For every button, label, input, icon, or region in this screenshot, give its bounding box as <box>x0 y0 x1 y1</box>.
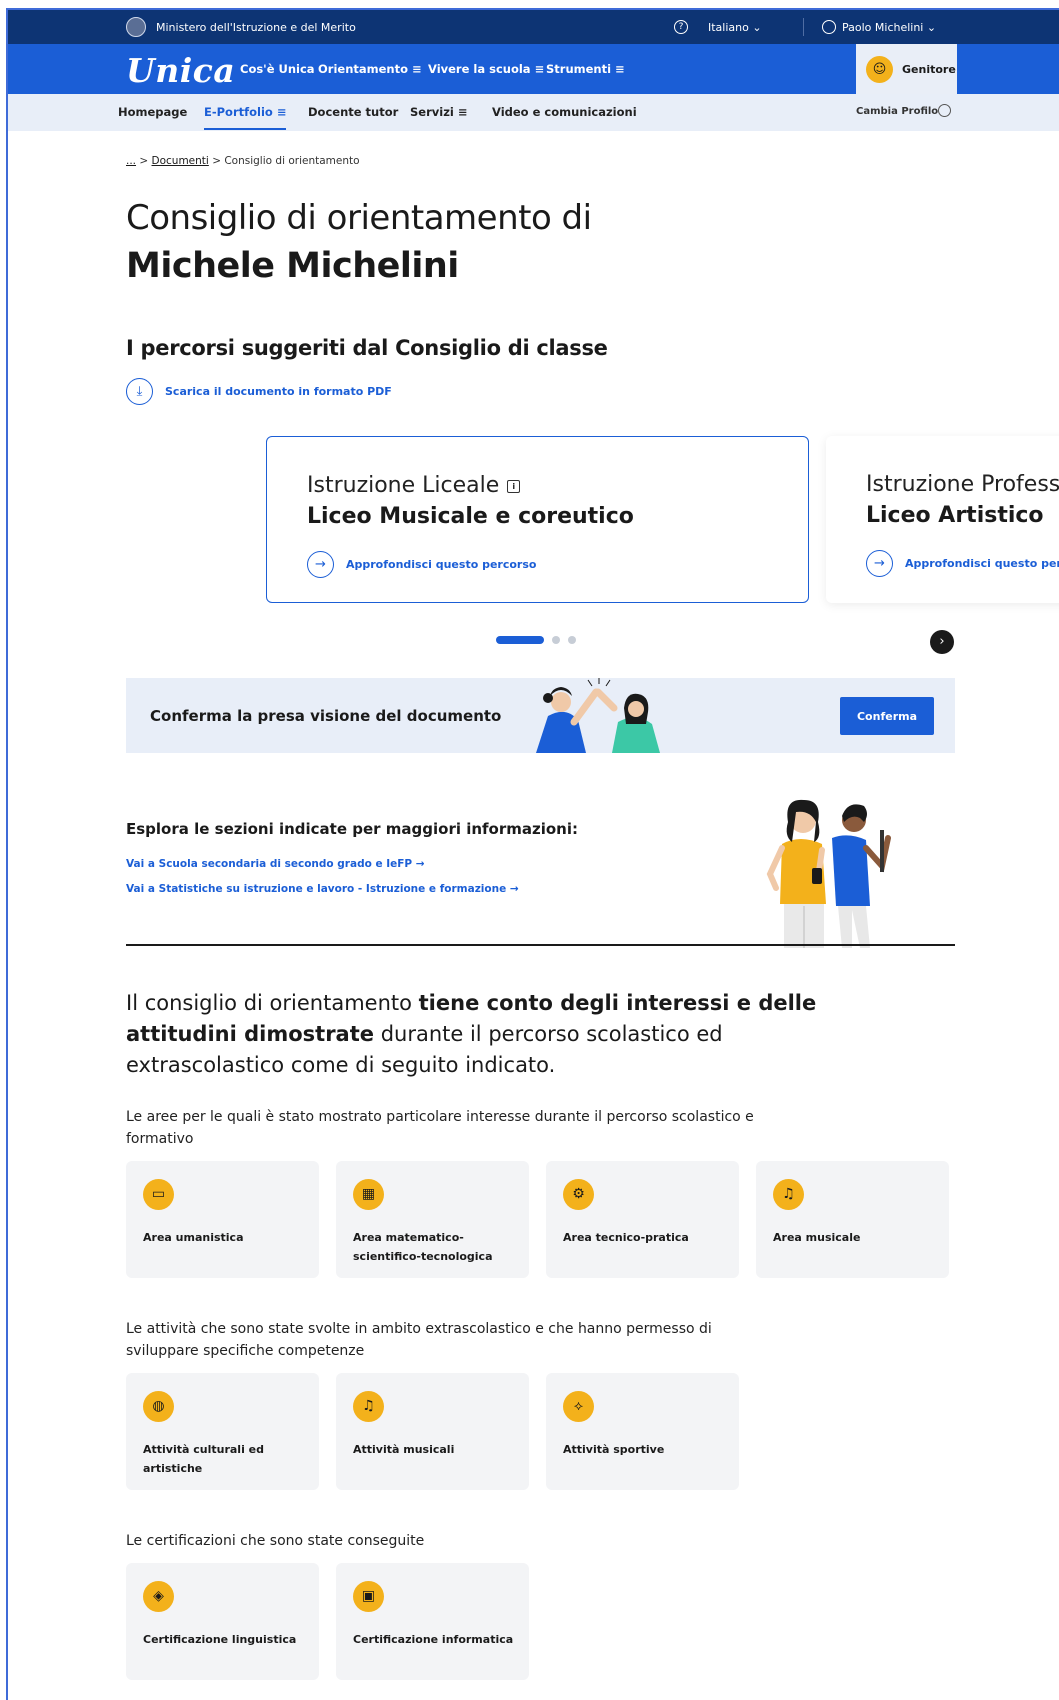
computer-icon: ▣ <box>353 1581 384 1612</box>
interest-tile: ⚙ Area tecnico-pratica <box>546 1161 739 1278</box>
calculator-icon: ▦ <box>353 1179 384 1210</box>
interest-tile: ▭ Area umanistica <box>126 1161 319 1278</box>
info-icon[interactable]: i <box>507 480 521 493</box>
music-note-icon: ♫ <box>353 1391 384 1422</box>
language-icon: ◈ <box>143 1581 174 1612</box>
interest-tile: ▦ Area matematico-scientifico-tecnologic… <box>336 1161 529 1278</box>
activity-tile: ♫ Attività musicali <box>336 1373 529 1490</box>
subnav-item-e-portfolio[interactable]: E-Portfolio ≡ <box>204 105 287 130</box>
path-details-link[interactable]: → Approfondisci questo percorso <box>307 551 536 578</box>
activities-description: Le attività che sono state svolte in amb… <box>126 1321 712 1359</box>
students-illustration <box>766 799 891 948</box>
certification-label: Certificazione informatica <box>353 1633 514 1646</box>
high-five-illustration <box>536 678 660 753</box>
sub-nav: Homepage E-Portfolio ≡ Docente tutor Ser… <box>8 94 1059 131</box>
path-name: Liceo Artistico <box>866 503 1044 528</box>
page-title-student: Michele Michelini <box>126 246 459 286</box>
carousel-next-button[interactable]: › <box>930 630 954 654</box>
nav-item-vivere-la-scuola[interactable]: Vivere la scuola ≡ <box>428 62 544 76</box>
breadcrumb-current: Consiglio di orientamento <box>224 155 360 167</box>
republic-emblem-icon <box>126 17 146 37</box>
certification-tile: ◈ Certificazione linguistica <box>126 1563 319 1680</box>
carousel-dot[interactable] <box>552 636 560 644</box>
nav-item-orientamento[interactable]: Orientamento ≡ <box>318 62 422 76</box>
download-pdf-link[interactable]: ⤓ Scarica il documento in formato PDF <box>126 378 392 405</box>
language-selector[interactable]: Italiano ⌄ <box>708 21 762 34</box>
breadcrumb-ellipsis[interactable]: ... <box>126 155 136 167</box>
path-card: Istruzione Professionale Liceo Artistico… <box>826 436 1059 603</box>
ministry-title[interactable]: Ministero dell'Istruzione e del Merito <box>156 21 356 34</box>
book-icon: ▭ <box>143 1179 174 1210</box>
activity-label: Attività culturali ed artistiche <box>143 1443 265 1475</box>
main-nav: Unica Cos'è Unica Orientamento ≡ Vivere … <box>8 44 1059 94</box>
suggested-paths-heading: I percorsi suggeriti dal Consiglio di cl… <box>126 336 608 360</box>
interest-label: Area tecnico-pratica <box>563 1231 689 1244</box>
activity-label: Attività sportive <box>563 1443 665 1456</box>
path-type: Istruzione Liceale i <box>307 473 521 498</box>
activity-label: Attività musicali <box>353 1443 455 1456</box>
carousel-dot[interactable] <box>568 636 576 644</box>
music-note-icon: ♫ <box>773 1179 804 1210</box>
palette-icon: ◍ <box>143 1391 174 1422</box>
interest-tile: ♫ Area musicale <box>756 1161 949 1278</box>
activity-tile: ⟡ Attività sportive <box>546 1373 739 1490</box>
user-icon <box>822 20 836 34</box>
subnav-item-homepage[interactable]: Homepage <box>118 105 187 119</box>
path-details-label: Approfondisci questo percorso <box>346 558 537 571</box>
subnav-item-servizi[interactable]: Servizi ≡ <box>410 105 467 119</box>
carousel-indicator <box>496 636 576 644</box>
link-scuola-secondaria[interactable]: Vai a Scuola secondaria di secondo grado… <box>126 858 425 870</box>
nav-item-cos-e-unica[interactable]: Cos'è Unica <box>240 62 315 76</box>
running-shoe-icon: ⟡ <box>563 1391 594 1422</box>
gears-icon: ⚙ <box>563 1179 594 1210</box>
unica-logo[interactable]: Unica <box>126 51 235 90</box>
role-genitore-button[interactable]: ☺ Genitore <box>856 44 957 94</box>
orientation-intro: Il consiglio di orientamento tiene conto… <box>126 988 826 1081</box>
section-divider <box>126 944 955 946</box>
confirm-banner: Conferma la presa visione del documento … <box>126 678 955 753</box>
breadcrumb-documenti[interactable]: Documenti <box>152 155 209 167</box>
change-profile-icon[interactable] <box>938 104 951 117</box>
path-type: Istruzione Professionale <box>866 472 1059 497</box>
certification-tile: ▣ Certificazione informatica <box>336 1563 529 1680</box>
role-label: Genitore <box>902 63 956 76</box>
certifications-description: Le certificazioni che sono state consegu… <box>126 1533 425 1549</box>
page-title-prefix: Consiglio di orientamento di <box>126 198 592 238</box>
arrow-right-icon: → <box>307 551 334 578</box>
link-statistiche-istruzione[interactable]: Vai a Statistiche su istruzione e lavoro… <box>126 883 519 895</box>
explore-heading: Esplora le sezioni indicate per maggiori… <box>126 820 578 838</box>
certification-label: Certificazione linguistica <box>143 1633 297 1646</box>
download-icon: ⤓ <box>126 378 153 405</box>
path-card: Istruzione Liceale i Liceo Musicale e cor… <box>266 436 809 603</box>
carousel-dot[interactable] <box>496 636 544 644</box>
interest-label: Area matematico-scientifico-tecnologica <box>353 1231 493 1263</box>
subnav-item-video-e-comunicazioni[interactable]: Video e comunicazioni <box>492 105 637 119</box>
activity-tile: ◍ Attività culturali ed artistiche <box>126 1373 319 1490</box>
path-details-label: Approfondisci questo percorso <box>905 557 1059 570</box>
breadcrumb: ... > Documenti > Consiglio di orientame… <box>126 155 360 167</box>
path-details-link[interactable]: → Approfondisci questo percorso <box>866 550 1059 577</box>
intro-text: Il consiglio di orientamento <box>126 991 419 1015</box>
path-type-label: Istruzione Liceale <box>307 473 500 498</box>
user-menu[interactable]: Paolo Michelini ⌄ <box>842 21 936 34</box>
help-icon[interactable]: ? <box>674 20 688 34</box>
path-name: Liceo Musicale e coreutico <box>307 504 634 529</box>
nav-item-strumenti[interactable]: Strumenti ≡ <box>546 62 625 76</box>
subnav-item-docente-tutor[interactable]: Docente tutor <box>308 105 398 119</box>
breadcrumb-separator: > <box>212 155 221 167</box>
change-profile-link[interactable]: Cambia Profilo <box>856 106 938 117</box>
page-frame: Ministero dell'Istruzione e del Merito ?… <box>6 8 1059 1700</box>
confirm-button[interactable]: Conferma <box>840 697 934 735</box>
confirm-text: Conferma la presa visione del documento <box>150 707 502 725</box>
interests-description: Le aree per le quali è stato mostrato pa… <box>126 1109 754 1147</box>
ministry-bar: Ministero dell'Istruzione e del Merito ?… <box>8 10 1059 44</box>
download-pdf-label: Scarica il documento in formato PDF <box>165 385 392 398</box>
interest-label: Area musicale <box>773 1231 861 1244</box>
interest-label: Area umanistica <box>143 1231 244 1244</box>
arrow-right-icon: → <box>866 550 893 577</box>
divider <box>803 18 804 36</box>
parent-icon: ☺ <box>866 56 893 83</box>
breadcrumb-separator: > <box>139 155 149 167</box>
